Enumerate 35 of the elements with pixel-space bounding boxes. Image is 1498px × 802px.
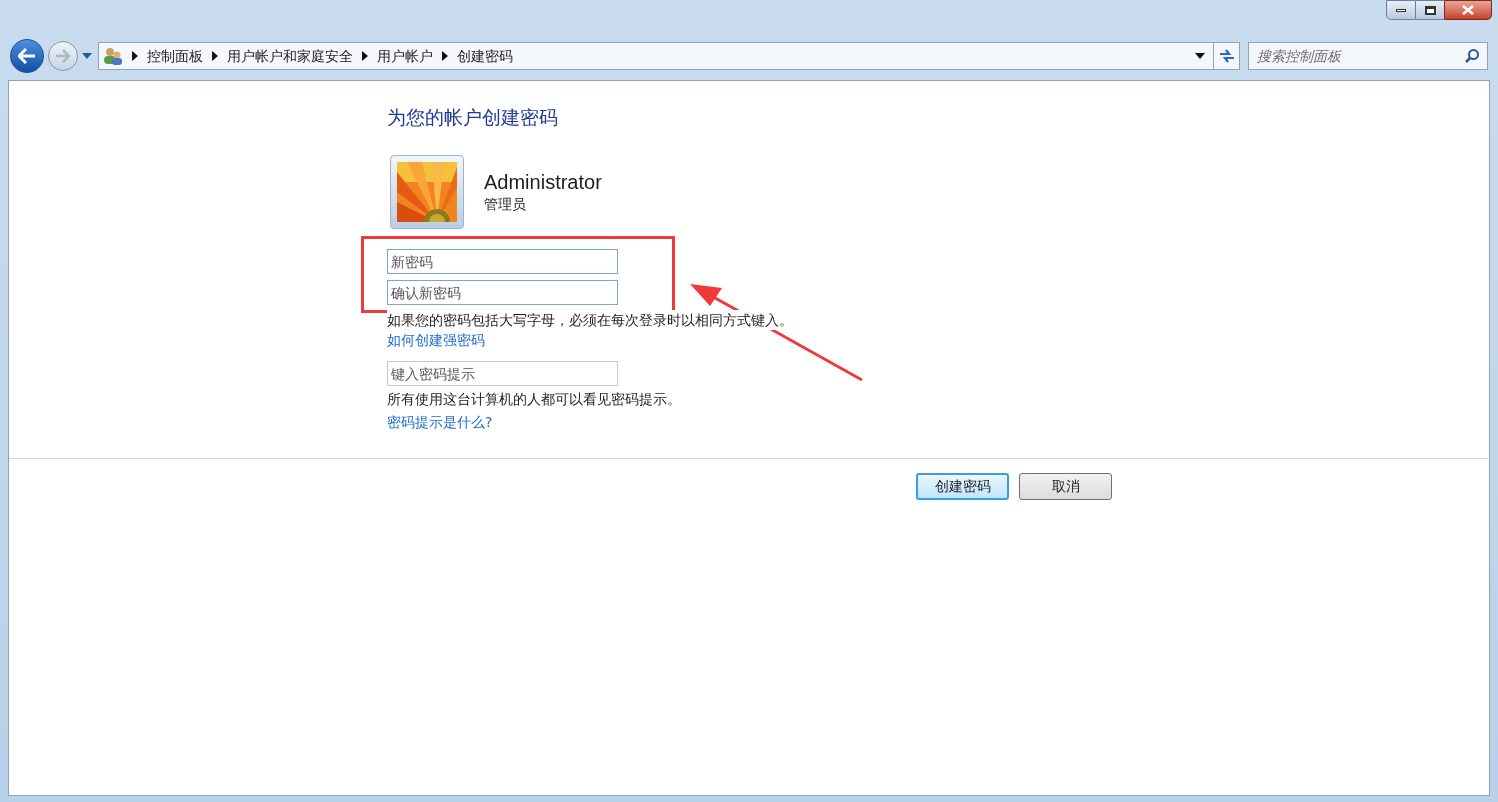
forward-arrow-icon bbox=[55, 49, 71, 63]
maximize-button[interactable] bbox=[1416, 0, 1444, 20]
minimize-button[interactable] bbox=[1386, 0, 1416, 20]
back-arrow-icon bbox=[18, 48, 36, 64]
hint-note: 所有使用这台计算机的人都可以看见密码提示。 bbox=[387, 390, 681, 409]
password-field[interactable]: 确认新密码 bbox=[387, 280, 618, 305]
search-field[interactable]: 搜索控制面板 bbox=[1248, 42, 1488, 70]
breadcrumb-item[interactable]: 用户帐户和家庭安全 bbox=[227, 45, 353, 67]
history-dropdown-icon[interactable] bbox=[82, 53, 92, 59]
chevron-icon bbox=[362, 51, 368, 61]
chevron-icon bbox=[212, 51, 218, 61]
strong-password-link[interactable]: 如何创建强密码 bbox=[387, 330, 485, 350]
account-name: Administrator bbox=[484, 170, 602, 194]
refresh-icon bbox=[1217, 48, 1236, 64]
account-role: 管理员 bbox=[484, 195, 527, 214]
chevron-icon bbox=[132, 51, 138, 61]
chevron-icon bbox=[442, 51, 448, 61]
password-hint-link[interactable]: 密码提示是什么? bbox=[387, 412, 493, 432]
breadcrumb-item[interactable]: 控制面板 bbox=[147, 45, 203, 67]
users-icon bbox=[103, 47, 123, 65]
minimize-icon bbox=[1396, 8, 1406, 12]
breadcrumb-item[interactable]: 创建密码 bbox=[457, 45, 513, 67]
dialog-button[interactable]: 取消 bbox=[1019, 473, 1112, 500]
back-button[interactable] bbox=[10, 39, 44, 73]
dialog-button[interactable]: 创建密码 bbox=[916, 473, 1009, 500]
address-field[interactable]: 控制面板 用户帐户和家庭安全 用户帐户 创建密码 bbox=[98, 42, 1240, 70]
search-icon bbox=[1464, 48, 1480, 64]
close-button[interactable] bbox=[1444, 0, 1492, 20]
dropdown-icon[interactable] bbox=[1195, 53, 1205, 59]
password-field[interactable]: 新密码 bbox=[387, 249, 618, 274]
close-icon bbox=[1462, 5, 1474, 15]
hint-field[interactable]: 键入密码提示 bbox=[387, 361, 618, 386]
breadcrumb-item[interactable]: 用户帐户 bbox=[377, 45, 433, 67]
maximize-icon bbox=[1424, 5, 1436, 15]
page-title: 为您的帐户创建密码 bbox=[387, 105, 558, 130]
